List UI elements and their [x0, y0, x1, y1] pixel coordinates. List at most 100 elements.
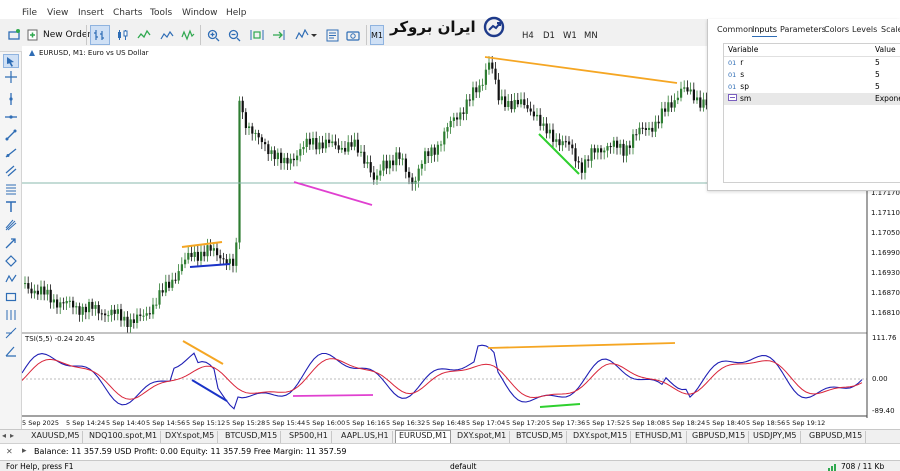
candle-body — [584, 159, 587, 173]
zoom-out-icon[interactable] — [225, 25, 243, 45]
chart-tab[interactable]: BTCUSD,M5 — [513, 431, 568, 443]
candle-body — [283, 157, 286, 164]
arrow-tool-icon[interactable] — [3, 236, 19, 250]
candle-body — [308, 138, 311, 145]
indicator-icon[interactable] — [178, 25, 198, 45]
algo-trading-icon[interactable] — [6, 25, 22, 45]
chart-tab[interactable]: XAUUSD,M5 — [28, 431, 84, 443]
tile-windows-icon[interactable] — [248, 25, 266, 45]
tool-more-icon[interactable] — [3, 326, 19, 340]
crosshair-icon[interactable] — [3, 70, 19, 84]
table-row[interactable]: 01 sp 5 — [724, 81, 900, 93]
candle-body — [24, 283, 27, 285]
tab-common[interactable]: Common — [717, 25, 753, 34]
zoom-in-icon[interactable] — [204, 25, 222, 45]
chart-tab[interactable]: BTCUSD,M15 — [222, 431, 282, 443]
candle-body — [104, 313, 107, 316]
timeframe-d1[interactable]: D1 — [543, 31, 555, 41]
fibonacci-icon[interactable] — [3, 182, 19, 196]
autoscroll-icon[interactable] — [270, 25, 288, 45]
chart-tab[interactable]: AAPL.US,H1 — [338, 431, 393, 443]
screenshot-icon[interactable] — [344, 25, 362, 45]
brand-logo: ایران بروکر — [390, 12, 506, 42]
chart-tab[interactable]: DXY.spot,M1 — [454, 431, 511, 443]
candle-body — [219, 255, 222, 259]
candle-body — [280, 152, 283, 164]
timeframe-mn[interactable]: MN — [584, 31, 598, 41]
variable-value[interactable]: Exponer — [875, 94, 900, 103]
menu-view[interactable]: View — [47, 8, 68, 18]
timeframe-m1[interactable]: M1 — [370, 25, 384, 45]
tab-scale[interactable]: Scale — [881, 25, 900, 34]
chart-templates-icon[interactable] — [156, 25, 178, 45]
variable-value[interactable]: 5 — [875, 58, 880, 67]
expand-icon[interactable]: ▸ — [22, 446, 27, 456]
ray-icon[interactable] — [3, 146, 19, 160]
tsi-tick: 0.00 — [872, 375, 888, 383]
candle-body — [408, 171, 411, 178]
timeframe-h4[interactable]: H4 — [522, 31, 534, 41]
rectangle-icon[interactable] — [3, 290, 19, 304]
collapse-toolbox-icon[interactable]: ✕ — [6, 447, 13, 456]
timeframe-w1[interactable]: W1 — [563, 31, 577, 41]
menu-tools[interactable]: Tools — [150, 8, 172, 18]
tab-parameters[interactable]: Parameters — [780, 25, 826, 34]
menu-file[interactable]: File — [22, 8, 37, 18]
cycle-lines-icon[interactable] — [3, 308, 19, 322]
horizontal-line-icon[interactable] — [3, 110, 19, 124]
objects-icon[interactable] — [323, 25, 341, 45]
tab-levels[interactable]: Levels — [852, 25, 877, 34]
time-tick: 5 Sep 18:40 — [706, 419, 746, 427]
candle-body — [155, 304, 158, 306]
candle-body — [491, 62, 494, 69]
cursor-icon[interactable] — [3, 54, 19, 68]
tab-inputs[interactable]: Inputs — [752, 25, 777, 37]
balance-bar: ✕ ▸ Balance: 11 357.59 USD Profit: 0.00 … — [0, 443, 900, 460]
elliott-wave-icon[interactable] — [3, 272, 19, 286]
candle-body — [430, 147, 433, 157]
line-chart-icon[interactable] — [135, 25, 153, 45]
table-row[interactable]: 01 r 5 — [724, 57, 900, 69]
candle-body — [161, 290, 164, 293]
shapes-icon[interactable] — [3, 254, 19, 268]
chart-tab[interactable]: ETHUSD,M1 — [632, 431, 687, 443]
menu-insert[interactable]: Insert — [78, 8, 104, 18]
table-row[interactable]: 01 s 5 — [724, 69, 900, 81]
pitchfork-icon[interactable] — [3, 218, 19, 232]
indicators-list-icon[interactable] — [292, 25, 320, 45]
menu-window[interactable]: Window — [182, 8, 218, 18]
candle-body — [251, 126, 254, 134]
candle-body — [244, 112, 247, 129]
table-row[interactable]: sm Exponer — [724, 93, 900, 105]
chart-tab[interactable]: GBPUSD,M15 — [806, 431, 867, 443]
chart-tab[interactable]: GBPUSD,M15 — [689, 431, 750, 443]
chart-tab[interactable]: USDJPY,M5 — [750, 431, 801, 443]
angle-icon[interactable] — [3, 344, 19, 358]
variable-value[interactable]: 5 — [875, 70, 880, 79]
candle-body — [193, 251, 196, 257]
chart-tab-active[interactable]: EURUSD,M1 — [395, 430, 452, 444]
text-tool-icon[interactable] — [3, 200, 19, 214]
candle-body — [632, 134, 635, 148]
candle-body — [420, 163, 423, 169]
bar-chart-icon[interactable] — [90, 25, 110, 45]
new-order-button[interactable]: New Order — [27, 26, 91, 44]
channel-icon[interactable] — [3, 164, 19, 178]
tabs-scroll-left-icon[interactable]: ◂ — [2, 431, 6, 440]
candle-body — [164, 281, 167, 293]
variable-value[interactable]: 5 — [875, 82, 880, 91]
vertical-line-icon[interactable] — [3, 92, 19, 106]
candlestick-icon[interactable] — [114, 25, 132, 45]
chart-tab[interactable]: DXY.spot,M5 — [162, 431, 219, 443]
tab-colors[interactable]: Colors — [824, 25, 849, 34]
menu-help[interactable]: Help — [226, 8, 247, 18]
trendline-icon[interactable] — [3, 128, 19, 142]
candle-body — [209, 245, 212, 251]
chart-tab[interactable]: SP500,H1 — [286, 431, 332, 443]
tabs-scroll-right-icon[interactable]: ▸ — [10, 431, 14, 440]
chart-tab[interactable]: NDQ100.spot,M1 — [86, 431, 162, 443]
candle-body — [366, 162, 369, 164]
chart-tab[interactable]: DXY.spot,M15 — [570, 431, 632, 443]
menu-charts[interactable]: Charts — [113, 8, 142, 18]
time-tick: 5 Sep 15:12 — [186, 419, 226, 427]
